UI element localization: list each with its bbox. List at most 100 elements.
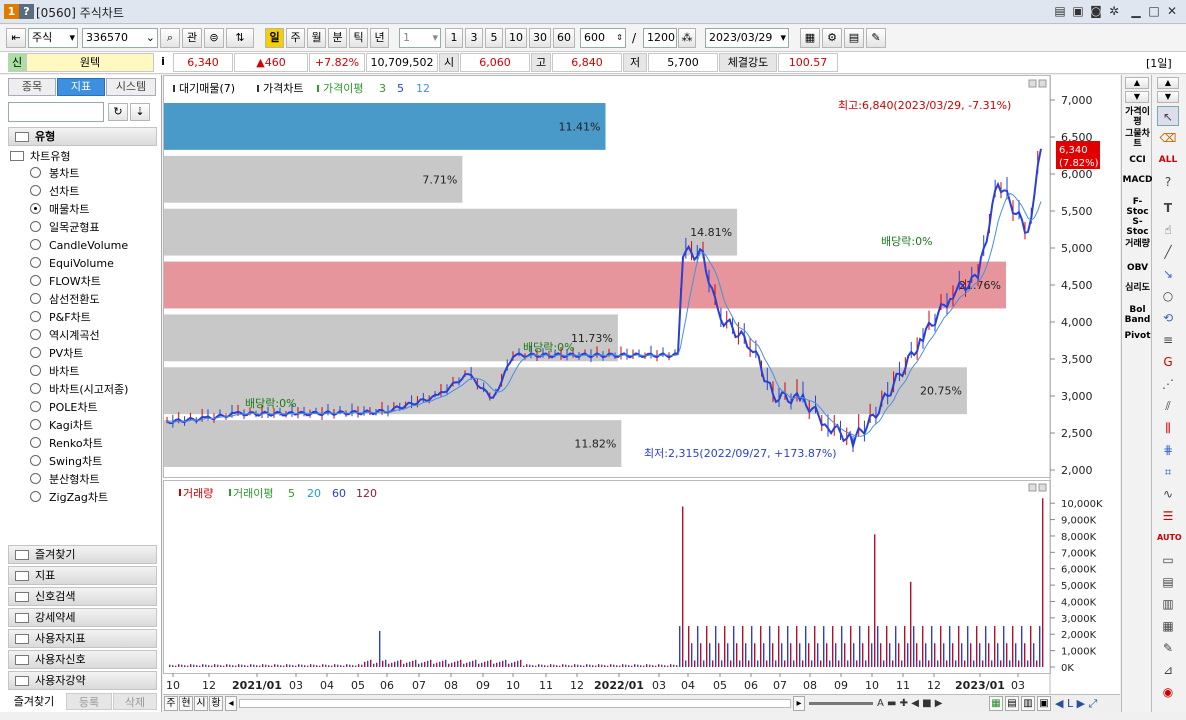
link-icon[interactable]: ▤ [1052,3,1068,19]
radio-button[interactable] [30,311,41,322]
section-indicators[interactable]: 지표 [8,566,157,585]
save-screen-icon[interactable]: ▣ [1070,3,1086,19]
indicator-button[interactable]: 그물차트 [1122,129,1153,149]
circle-icon[interactable]: ○ [1157,286,1179,306]
scroll-left-icon[interactable]: ◂ [225,696,237,711]
radio-button[interactable] [30,275,41,286]
period-tick-button[interactable]: 틱 [349,28,368,48]
chart-type-option[interactable]: 분산형차트 [30,471,100,488]
chart-type-option[interactable]: ZigZag차트 [30,489,108,506]
price-tool-icon[interactable]: ⊿ [1157,660,1179,680]
parallel-lines-icon[interactable]: ≡ [1157,330,1179,350]
navigation-arrows[interactable]: ◀ L ▶ ⤢ [1055,696,1097,711]
scroll-down-icon[interactable]: ▼ [1157,91,1179,103]
quick-count-5[interactable]: 5 [485,28,503,48]
chart-type-option[interactable]: FLOW차트 [30,273,101,290]
chart-type-option[interactable]: P&F차트 [30,309,91,326]
horizontal-line-icon[interactable]: ☰ [1157,506,1179,526]
wave-icon[interactable]: ∿ [1157,484,1179,504]
indicator-button[interactable]: Pivot [1122,331,1153,341]
date-select[interactable]: 2023/03/29 ▾ [705,28,789,48]
radio-button[interactable] [30,401,41,412]
section-user-signals[interactable]: 사용자신호 [8,650,157,669]
bottom-tab-favorites[interactable]: 즐겨찾기 [4,693,64,710]
print-icon[interactable]: ▤ [1005,696,1019,711]
hand-icon[interactable]: ☝ [1157,220,1179,240]
total-count-input[interactable]: 1200 [643,28,677,48]
radio-button[interactable] [30,203,41,214]
scroll-down-icon[interactable]: ▼ [1125,91,1149,103]
chart-type-option[interactable]: 바차트(시고저종) [30,381,128,398]
chart-type-option[interactable]: CandleVolume [30,237,128,254]
excel-icon[interactable]: ▦ [989,696,1003,711]
period-week-button[interactable]: 주 [286,28,305,48]
horizontal-scrollbar[interactable] [239,699,791,708]
help-icon[interactable]: ? [19,4,34,19]
info-icon[interactable]: i [156,53,170,72]
indicator-button[interactable]: 심리도 [1122,283,1153,303]
legend-vma-20[interactable]: 20 [307,487,321,500]
zoom-icon[interactable]: ▣ [1037,696,1051,711]
section-strength[interactable]: 강세약세 [8,608,157,627]
layout-icon[interactable]: ▥ [1021,696,1035,711]
indicator-button[interactable]: 거래량 [1122,239,1153,259]
indicator-button[interactable]: CCI [1122,155,1153,165]
eraser-icon[interactable]: ⌫ [1157,128,1179,148]
legend-ma-5[interactable]: 5 [397,82,404,95]
section-signal-search[interactable]: 신호검색 [8,587,157,606]
table-icon[interactable]: ▦ [1157,616,1179,636]
tab-stocks[interactable]: 종목 [8,78,56,96]
period-year-button[interactable]: 년 [370,28,389,48]
mode-button[interactable]: 현 [179,696,193,711]
group-type-header[interactable]: 유형 [8,127,157,146]
mode-button[interactable]: 황 [209,696,223,711]
chart-type-option[interactable]: 봉차트 [30,165,79,182]
pane-close-icon[interactable] [1038,79,1047,88]
radio-button[interactable] [30,185,41,196]
radio-button[interactable] [30,383,41,394]
refresh-icon[interactable]: ↻ [108,103,128,121]
all-delete-icon[interactable]: ALL [1157,150,1179,170]
fibonacci-icon[interactable]: ⫼ [1157,418,1179,438]
indicator-button[interactable]: Bol Band [1122,305,1153,325]
legend-vma-120[interactable]: 120 [356,487,377,500]
radio-button[interactable] [30,365,41,376]
legend-vma-60[interactable]: 60 [332,487,346,500]
chart-type-option[interactable]: 매물차트 [30,201,89,218]
chart-type-option[interactable]: 역시계곡선 [30,327,100,344]
document-icon[interactable]: ▤ [1157,572,1179,592]
chart-config-icon[interactable]: ▦ [800,28,820,48]
mode-button[interactable]: 시 [194,696,208,711]
chart-type-option[interactable]: 선차트 [30,183,79,200]
multiplier-select[interactable]: 1 ▾ [399,28,441,48]
speed-line-icon[interactable]: ⫽ [1157,396,1179,416]
period-day-button[interactable]: 일 [265,28,284,48]
settings-gear-icon[interactable]: ✲ [1106,3,1122,19]
quick-count-1[interactable]: 1 [445,28,463,48]
andrews-pitchfork-icon[interactable]: ⋕ [1157,440,1179,460]
radio-button[interactable] [30,167,41,178]
chart-type-option[interactable]: EquiVolume [30,255,114,272]
cycle-icon[interactable]: ⟲ [1157,308,1179,328]
chart-type-option[interactable]: Kagi차트 [30,417,93,434]
radio-button[interactable] [30,239,41,250]
stock-code-input[interactable]: 336570 ⌄ [82,28,158,48]
radio-button[interactable] [30,491,41,502]
legend-price-ma[interactable]: 가격이평 [323,82,363,95]
chart-type-root[interactable]: 차트유형 [10,148,70,165]
download-icon[interactable]: ⇣ [130,103,150,121]
radio-button[interactable] [30,419,41,430]
legend-volume[interactable]: 거래량 [183,487,213,500]
legend-price-chart[interactable]: 가격차트 [263,82,303,95]
period-month-button[interactable]: 월 [307,28,326,48]
chart-type-option[interactable]: 일목균형표 [30,219,100,236]
auto-icon[interactable]: AUTO [1157,528,1182,548]
legend-vma-5[interactable]: 5 [288,487,295,500]
mode-toggle-icon[interactable]: ⊜ [204,28,224,48]
pane-close-icon[interactable] [1038,483,1047,492]
scroll-up-icon[interactable]: ▲ [1157,77,1179,89]
alert-icon[interactable]: ◉ [1157,682,1179,702]
chart-type-option[interactable]: POLE차트 [30,399,98,416]
chart-type-option[interactable]: Swing차트 [30,453,102,470]
period-minute-button[interactable]: 분 [328,28,347,48]
